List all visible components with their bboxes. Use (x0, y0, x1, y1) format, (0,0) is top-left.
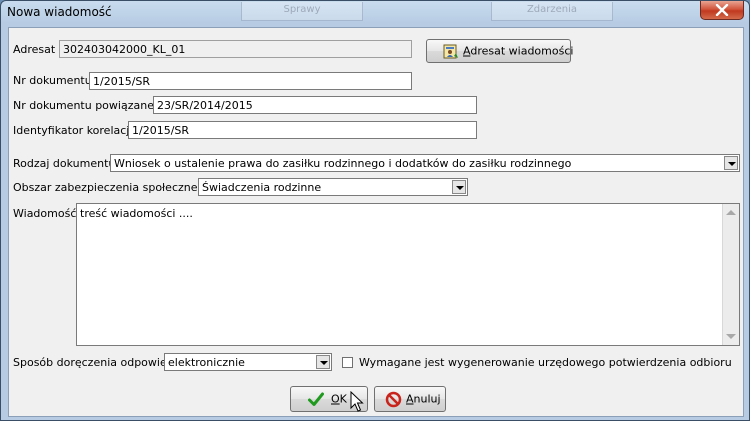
potwierdzenie-label: Wymagane jest wygenerowanie urzędowego p… (359, 356, 732, 369)
obszar-select[interactable]: Świadczenia rodzinne (198, 178, 468, 196)
cancel-button[interactable]: Anuluj (374, 386, 446, 412)
nr-dokumentu-field[interactable]: 1/2015/SR (89, 72, 412, 90)
nr-dokumentu-label: Nr dokumentu (13, 74, 92, 87)
chevron-down-icon[interactable] (452, 180, 466, 194)
background-tab: Sprawy (241, 2, 363, 21)
window-title: Nowa wiadomość (7, 5, 112, 19)
address-book-icon (443, 44, 458, 59)
rodzaj-dokumentu-label: Rodzaj dokumentu (13, 157, 116, 170)
chevron-down-icon[interactable] (316, 355, 330, 369)
obszar-value: Świadczenia rodzinne (202, 181, 322, 194)
background-tab: Zdarzenia (491, 2, 613, 21)
no-entry-icon (385, 391, 402, 408)
obszar-label: Obszar zabezpieczenia społecznego (13, 181, 212, 194)
cancel-label: Anuluj (406, 392, 441, 406)
adresat-wiadomosci-button[interactable]: Adresat wiadomości (426, 39, 574, 63)
adresat-button-label: Adresat wiadomości (463, 44, 574, 58)
nr-dokumentu-powiazanego-field[interactable]: 23/SR/2014/2015 (153, 96, 477, 114)
close-icon (715, 4, 729, 16)
identyfikator-korelacji-field[interactable]: 1/2015/SR (128, 121, 477, 139)
sposob-doreczenia-select[interactable]: elektronicznie (164, 353, 332, 371)
dialog-body: Adresat 302403042000_KL_01 Adresat wiado… (8, 27, 744, 417)
checkmark-icon (308, 392, 324, 406)
message-scrollbar[interactable] (722, 204, 739, 345)
nr-dokumentu-powiazanego-label: Nr dokumentu powiązanego (13, 99, 168, 112)
sposob-doreczenia-label: Sposób doręczenia odpowiedzi (13, 356, 183, 369)
scroll-down-icon[interactable] (726, 334, 736, 339)
dialog-window: Nowa wiadomość Sprawy Zdarzenia Adresat … (0, 0, 750, 421)
wiadomosc-textarea[interactable]: treść wiadomości .... (76, 203, 740, 346)
adresat-field[interactable]: 302403042000_KL_01 (59, 40, 412, 58)
title-bar: Nowa wiadomość Sprawy Zdarzenia (1, 1, 749, 25)
close-button[interactable] (700, 1, 744, 20)
chevron-down-icon[interactable] (724, 156, 738, 170)
adresat-label: Adresat (13, 43, 56, 56)
background-tabs: Sprawy Zdarzenia (221, 1, 621, 21)
rodzaj-dokumentu-select[interactable]: Wniosek o ustalenie prawa do zasiłku rod… (110, 154, 740, 172)
wiadomosc-label: Wiadomość (13, 207, 77, 220)
rodzaj-dokumentu-value: Wniosek o ustalenie prawa do zasiłku rod… (114, 157, 572, 170)
ok-label: OK (331, 392, 347, 406)
scroll-up-icon[interactable] (726, 210, 736, 215)
potwierdzenie-checkbox[interactable] (342, 357, 353, 368)
identyfikator-korelacji-label: Identyfikator korelacji (13, 124, 133, 137)
mouse-pointer-icon (350, 391, 364, 412)
wiadomosc-text: treść wiadomości .... (80, 207, 193, 220)
sposob-doreczenia-value: elektronicznie (168, 356, 245, 369)
